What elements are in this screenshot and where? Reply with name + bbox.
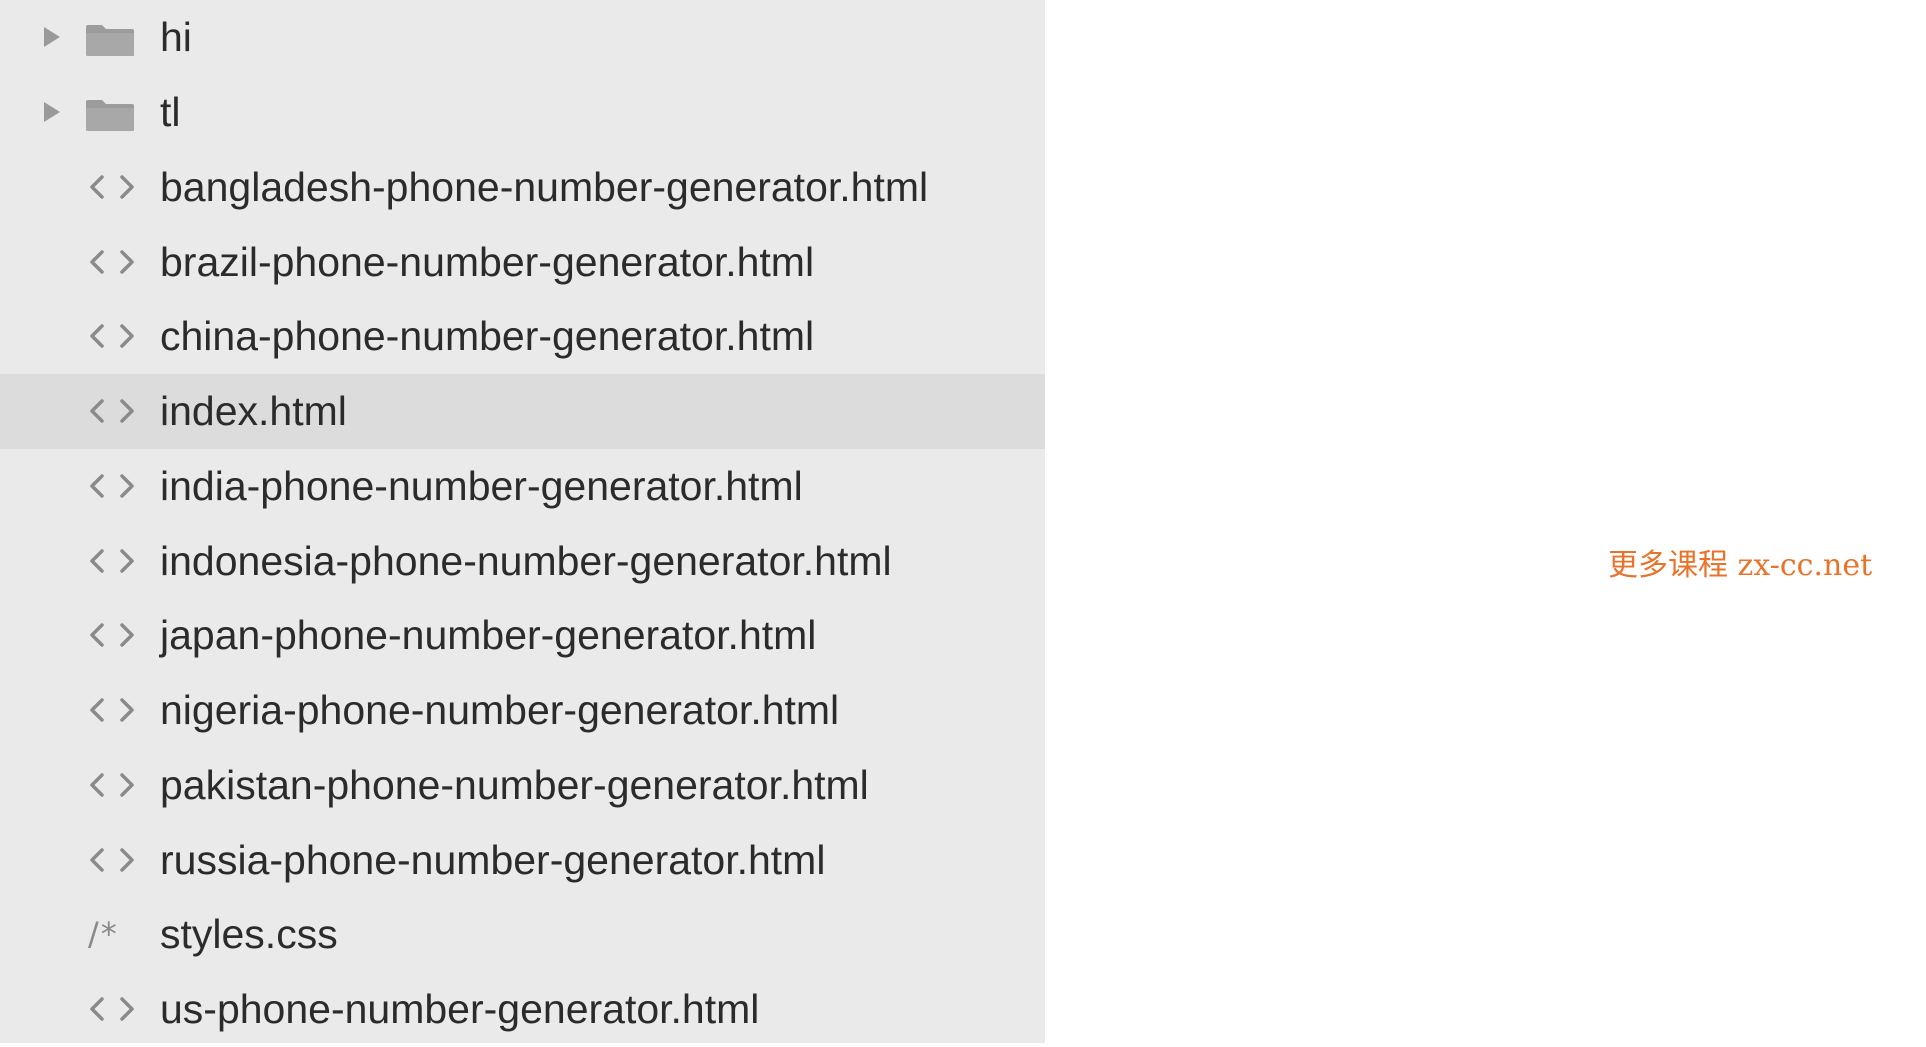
tree-item-label: us-phone-number-generator.html [160,986,760,1033]
tree-row-file[interactable]: china-phone-number-generator.html [0,299,1045,374]
code-file-icon [90,474,134,498]
tree-row-file[interactable]: india-phone-number-generator.html [0,449,1045,524]
tree-row-file[interactable]: us-phone-number-generator.html [0,972,1045,1047]
tree-item-label: russia-phone-number-generator.html [160,836,826,883]
tree-item-label: japan-phone-number-generator.html [160,612,817,659]
tree-item-label: india-phone-number-generator.html [160,462,803,509]
tree-item-label: bangladesh-phone-number-generator.html [160,163,929,210]
disclosure-triangle-icon[interactable] [44,102,60,123]
tree-row-file[interactable]: brazil-phone-number-generator.html [0,224,1045,299]
disclosure-triangle-icon[interactable] [44,27,60,48]
tree-row-file[interactable]: japan-phone-number-generator.html [0,598,1045,673]
tree-item-label: hi [160,14,192,61]
tree-row-folder-hi[interactable]: hi [0,0,1045,75]
code-file-icon [90,548,134,573]
folder-icon [86,100,134,132]
code-file-icon [90,773,134,797]
file-sidebar: hi tl bangladesh-phone-number-generator.… [0,0,1045,1043]
tree-item-label: nigeria-phone-number-generator.html [160,687,840,734]
code-file-icon [90,623,134,648]
code-file-icon [90,698,134,722]
tree-item-label: china-phone-number-generator.html [160,313,815,360]
tree-item-label: tl [160,89,181,136]
tree-row-folder-tl[interactable]: tl [0,75,1045,150]
css-file-icon: /* [88,915,119,954]
code-file-icon [90,249,134,274]
file-tree: hi tl bangladesh-phone-number-generator.… [0,0,1045,1047]
code-file-icon [90,997,134,1021]
watermark-text: 更多课程 zx-cc.net [1608,548,1873,583]
tree-item-label: styles.css [160,911,338,958]
tree-row-file[interactable]: nigeria-phone-number-generator.html [0,673,1045,748]
tree-item-label: pakistan-phone-number-generator.html [160,761,869,808]
code-file-icon [90,324,134,349]
code-file-icon [90,847,134,872]
tree-row-file-selected[interactable]: index.html [0,373,1045,449]
tree-item-label: indonesia-phone-number-generator.html [160,537,892,584]
folder-icon [86,25,134,57]
code-file-icon [90,175,134,199]
tree-item-label: brazil-phone-number-generator.html [160,238,815,285]
tree-row-file[interactable]: bangladesh-phone-number-generator.html [0,150,1045,225]
tree-row-file[interactable]: indonesia-phone-number-generator.html [0,523,1045,598]
tree-row-file[interactable]: russia-phone-number-generator.html [0,822,1045,897]
code-file-icon [90,399,134,423]
tree-row-file[interactable]: pakistan-phone-number-generator.html [0,748,1045,823]
tree-item-label: index.html [160,388,347,435]
tree-row-file[interactable]: /* styles.css [0,897,1045,972]
